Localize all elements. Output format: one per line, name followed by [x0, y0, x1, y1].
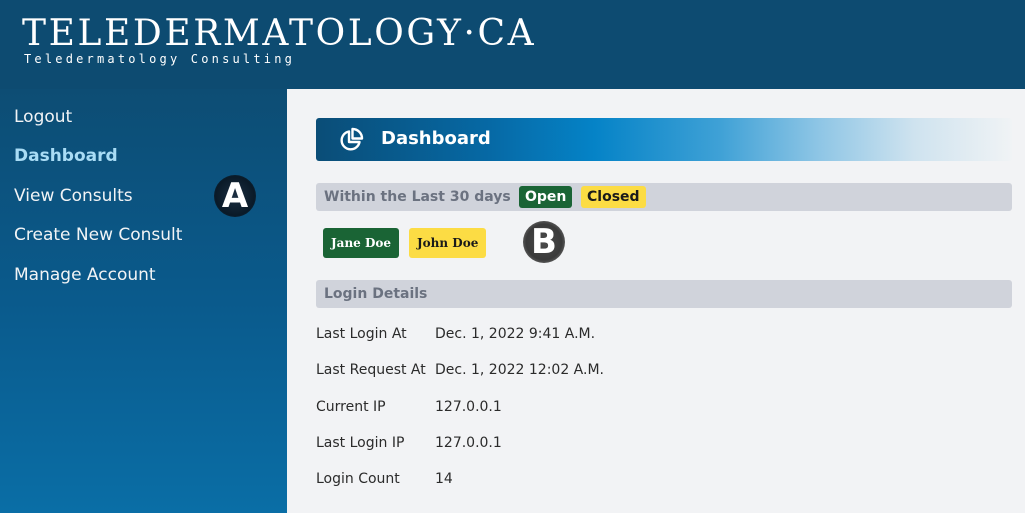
login-details-heading: Login Details	[324, 286, 428, 302]
detail-label: Last Login IP	[316, 435, 405, 451]
detail-label: Last Login At	[316, 326, 407, 342]
annotation-marker-a: A	[214, 175, 256, 217]
consult-summary-bar: Within the Last 30 days Open Closed	[316, 183, 1012, 211]
consult-button-jane-doe[interactable]: Jane Doe	[323, 228, 400, 258]
detail-value: Dec. 1, 2022 9:41 A.M.	[435, 326, 596, 342]
sidebar-item-logout[interactable]: Logout	[14, 106, 72, 128]
pie-chart-icon	[340, 127, 364, 151]
detail-value: 127.0.0.1	[435, 435, 502, 451]
detail-value: 127.0.0.1	[435, 399, 502, 415]
summary-period-label: Within the Last 30 days	[324, 189, 511, 205]
detail-label: Last Request At	[316, 362, 426, 378]
sidebar-item-manage-account[interactable]: Manage Account	[14, 264, 156, 286]
consult-button-john-doe[interactable]: John Doe	[409, 228, 487, 258]
closed-status-badge: Closed	[581, 186, 646, 208]
annotation-marker-b: B	[523, 221, 565, 263]
page-title-bar: Dashboard	[316, 118, 1012, 161]
sidebar-item-create-new-consult[interactable]: Create New Consult	[14, 224, 182, 246]
sidebar-nav: Logout Dashboard View Consults Create Ne…	[0, 89, 287, 513]
login-details-bar: Login Details	[316, 280, 1012, 308]
sidebar-item-view-consults[interactable]: View Consults	[14, 185, 133, 207]
detail-label: Login Count	[316, 471, 400, 487]
detail-value: Dec. 1, 2022 12:02 A.M.	[435, 362, 604, 378]
detail-value: 14	[435, 471, 453, 487]
logo-title[interactable]: TELEDERMATOLOGY·CA	[22, 14, 536, 54]
logo-subtitle: Teledermatology Consulting	[24, 52, 296, 66]
detail-label: Current IP	[316, 399, 386, 415]
main-content: Dashboard Within the Last 30 days Open C…	[287, 89, 1025, 513]
site-header: TELEDERMATOLOGY·CA Teledermatology Consu…	[0, 0, 1025, 89]
open-status-badge: Open	[519, 186, 573, 208]
sidebar-item-dashboard[interactable]: Dashboard	[14, 145, 118, 167]
page-title: Dashboard	[381, 128, 491, 149]
